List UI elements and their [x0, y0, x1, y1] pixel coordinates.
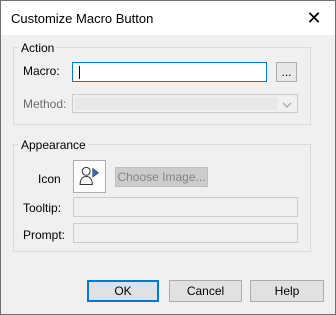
method-select[interactable]: [72, 94, 298, 113]
method-label: Method:: [23, 97, 67, 111]
icon-label: Icon: [38, 172, 61, 186]
ok-button[interactable]: OK: [87, 280, 159, 302]
text-caret: [79, 66, 80, 79]
close-icon[interactable]: ✕: [303, 7, 325, 29]
prompt-input[interactable]: [73, 223, 298, 243]
macro-label: Macro:: [23, 64, 60, 78]
help-button[interactable]: Help: [250, 280, 324, 302]
appearance-legend: Appearance: [19, 138, 88, 152]
icon-picker-button[interactable]: [73, 160, 106, 193]
prompt-label: Prompt:: [23, 228, 66, 242]
choose-image-button[interactable]: Choose Image...: [115, 167, 208, 187]
dialog-title: Customize Macro Button: [11, 11, 154, 26]
method-select-field: [75, 97, 277, 110]
dialog-window: Customize Macro Button ✕ Action Macro: .…: [0, 0, 336, 315]
browse-macro-button[interactable]: ...: [276, 62, 297, 82]
tooltip-label: Tooltip:: [23, 201, 62, 215]
chevron-down-icon: [282, 102, 292, 108]
cancel-button[interactable]: Cancel: [169, 280, 242, 302]
action-legend: Action: [19, 41, 57, 55]
title-bar: Customize Macro Button ✕: [1, 1, 335, 35]
action-group: [13, 47, 311, 125]
macro-input[interactable]: [72, 62, 267, 82]
tooltip-input[interactable]: [73, 197, 298, 217]
macro-user-icon: [79, 166, 100, 186]
